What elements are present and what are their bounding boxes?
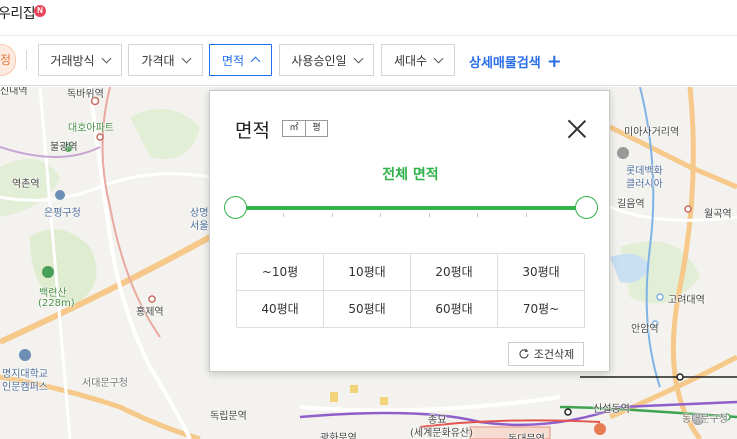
filter-deal-type-button[interactable]: 거래방식 (38, 44, 122, 76)
map-label: (228m) (38, 298, 75, 309)
filter-households-button[interactable]: 세대수 (381, 44, 455, 76)
map-label: 고려대역 (668, 295, 705, 306)
area-option[interactable]: ~10평 (237, 254, 324, 291)
refresh-icon (519, 348, 529, 359)
range-label: 전체 면적 (382, 167, 439, 183)
map-label: (세계문화유산) (410, 428, 474, 439)
map-label: 불광역 (50, 142, 78, 153)
map-label: 미아사거리역 (624, 127, 680, 138)
map-label: 역촌역 (12, 179, 40, 190)
area-option[interactable]: 50평대 (324, 291, 411, 328)
slider-min-handle[interactable] (224, 196, 247, 219)
map-label: 대호아파트 (68, 123, 114, 134)
map-label: 월곡역 (704, 209, 732, 220)
slider-tick (283, 213, 284, 217)
advanced-search-link[interactable]: 상세매물검색 + (469, 52, 562, 71)
slider-tick (526, 213, 527, 217)
map-label: 동대문역 (508, 430, 545, 439)
filter-area-button[interactable]: 면적 (209, 44, 272, 76)
reset-label: 조건삭제 (533, 348, 575, 361)
map-label: 신내역 (0, 87, 28, 97)
chevron-down-icon (433, 53, 444, 63)
filter-approval-date-label: 사용승인일 (291, 53, 347, 68)
close-icon[interactable] (567, 119, 587, 139)
slider-max-handle[interactable] (575, 196, 598, 219)
slider-tick (477, 213, 478, 217)
area-option[interactable]: 70평~ (498, 291, 585, 328)
filter-divider (26, 50, 27, 70)
slider-tick (380, 213, 381, 217)
slider-tick (332, 213, 333, 217)
app-header: 우리집 N (0, 0, 737, 36)
map-label: 동대문구청 (682, 414, 728, 425)
area-option[interactable]: 40평대 (237, 291, 324, 328)
map-label: 독립문역 (210, 411, 247, 422)
unit-toggle[interactable]: ㎡ 평 (282, 120, 328, 137)
filter-bar: 정 거래방식 가격대 면적 사용승인일 세대수 상세매물검색 + (0, 36, 737, 86)
slider-tick (429, 213, 430, 217)
reset-conditions-button[interactable]: 조건삭제 (508, 342, 584, 366)
chevron-up-icon (250, 56, 261, 67)
area-option[interactable]: 30평대 (498, 254, 585, 291)
map-label: 홍제역 (136, 307, 164, 318)
area-option[interactable]: 10평대 (324, 254, 411, 291)
map-label: 인문캠퍼스 (2, 382, 48, 393)
filter-approval-date-button[interactable]: 사용승인일 (279, 44, 374, 76)
popup-title: 면적 (235, 120, 270, 142)
map-label: 클러시아 (626, 179, 663, 190)
chevron-down-icon (353, 53, 364, 63)
area-filter-popup: 면적 ㎡ 평 전체 면적 ~10평 10평대 20평대 30평대 40평대 50… (209, 90, 610, 372)
area-option[interactable]: 20평대 (411, 254, 498, 291)
unit-pyeong-option[interactable]: 평 (305, 121, 327, 136)
app-title[interactable]: 우리집 (0, 3, 36, 23)
map-label: 신설동역 (593, 404, 630, 415)
unit-m2-option[interactable]: ㎡ (283, 121, 305, 136)
filter-households-label: 세대수 (393, 53, 428, 68)
new-badge: N (34, 5, 46, 17)
filter-area-label: 면적 (221, 53, 245, 68)
area-option[interactable]: 60평대 (411, 291, 498, 328)
region-chip[interactable]: 정 (0, 44, 16, 76)
chevron-down-icon (181, 53, 192, 63)
filter-deal-type-label: 거래방식 (50, 53, 95, 68)
plus-icon: + (546, 50, 562, 72)
area-slider-track[interactable] (235, 206, 597, 210)
map-label: 안암역 (631, 324, 659, 335)
filter-price-label: 가격대 (141, 53, 175, 68)
map-label: 서울 (190, 221, 209, 232)
area-option-grid: ~10평 10평대 20평대 30평대 40평대 50평대 60평대 70평~ (236, 253, 585, 328)
chevron-down-icon (101, 53, 112, 63)
map-label: 백련산 (39, 288, 67, 299)
advanced-search-label: 상세매물검색 (469, 56, 541, 71)
map-label: 독바위역 (67, 89, 104, 100)
map-label: 서대문구청 (82, 378, 128, 389)
map-label: 은평구청 (44, 208, 81, 219)
map-label: 길음역 (617, 199, 645, 210)
map-label: 광화문역 (320, 433, 357, 439)
filter-price-button[interactable]: 가격대 (128, 44, 203, 76)
